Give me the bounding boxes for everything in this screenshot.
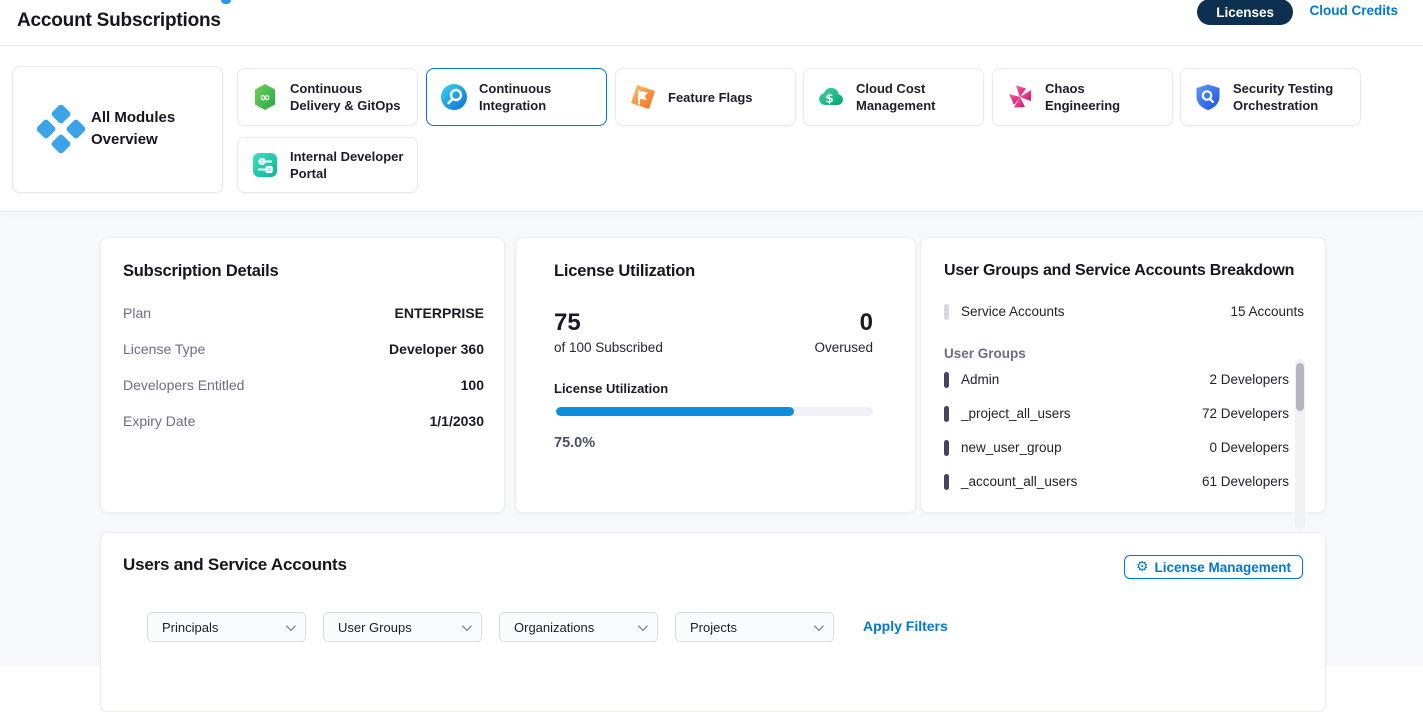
utilization-progress-track [556,407,873,416]
user-group-row: Admin 2 Developers [944,371,1289,388]
module-label: Security Testing Orchestration [1233,80,1350,114]
group-bullet [944,372,949,388]
cd-gitops-icon: ∞ [251,83,279,111]
subscribed-stat: 75 of 100 Subscribed [554,310,663,355]
subscription-details-card: Subscription Details Plan ENTERPRISE Lic… [100,237,505,513]
plan-row: Plan ENTERPRISE [123,304,484,322]
page-title: Account Subscriptions [17,10,221,32]
gear-icon: ⚙ [1136,560,1149,574]
service-accounts-bullet [944,304,949,320]
module-label: Feature Flags [668,89,753,106]
chevron-down-icon [638,621,648,631]
module-card-continuous-integration[interactable]: Continuous Integration [426,68,607,126]
group-bullet [944,474,949,490]
user-group-row: new_user_group 0 Developers [944,439,1289,456]
utilization-bar-label: License Utilization [554,381,668,396]
module-label: Cloud Cost Management [856,80,973,114]
clipped-info-icon [221,0,231,4]
overused-stat: 0 Overused [814,310,873,355]
developers-entitled-row: Developers Entitled 100 [123,376,484,394]
chevron-down-icon [814,621,824,631]
license-type-row: License Type Developer 360 [123,340,484,358]
module-card-cloud-cost[interactable]: $ Cloud Cost Management [803,68,984,126]
module-card-security-testing[interactable]: Security Testing Orchestration [1180,68,1361,126]
feature-flags-icon [629,83,657,111]
principals-filter-dropdown[interactable]: Principals [147,612,306,642]
group-bullet [944,440,949,456]
users-service-accounts-card: Users and Service Accounts ⚙ License Man… [100,532,1326,712]
chevron-down-icon [286,621,296,631]
module-label: Internal Developer Portal [290,148,407,182]
chaos-engineering-icon [1006,83,1034,111]
svg-text:∞: ∞ [260,91,271,106]
projects-filter-dropdown[interactable]: Projects [675,612,834,642]
groups-scrollbar-thumb[interactable] [1296,363,1304,411]
module-card-chaos-engineering[interactable]: Chaos Engineering [992,68,1173,126]
subscription-details-title: Subscription Details [123,262,279,281]
utilization-progress-fill [556,407,794,416]
organizations-filter-dropdown[interactable]: Organizations [499,612,658,642]
all-modules-label: All Modules Overview [91,107,175,151]
module-label: Continuous Integration [479,80,596,114]
user-group-row: _project_all_users 72 Developers [944,405,1289,422]
group-bullet [944,406,949,422]
breakdown-title: User Groups and Service Accounts Breakdo… [944,262,1294,280]
user-group-row: _account_all_users 61 Developers [944,473,1289,490]
license-utilization-card: License Utilization 75 of 100 Subscribed… [515,237,916,513]
modules-strip: All Modules Overview ∞ Continuous Delive… [0,46,1423,212]
chevron-down-icon [462,621,472,631]
user-groups-subheader: User Groups [944,346,1026,361]
all-modules-overview-card[interactable]: All Modules Overview [12,66,223,193]
users-section-title: Users and Service Accounts [123,555,347,575]
apply-filters-link[interactable]: Apply Filters [863,618,948,634]
svg-text:$: $ [825,92,833,106]
security-testing-icon [1194,83,1222,111]
license-utilization-title: License Utilization [554,262,695,281]
page-header: Account Subscriptions Licenses Cloud Cre… [0,0,1423,46]
module-label: Chaos Engineering [1045,80,1162,114]
cloud-cost-icon: $ [817,83,845,111]
module-card-cd-gitops[interactable]: ∞ Continuous Delivery & GitOps [237,68,418,126]
license-management-button[interactable]: ⚙ License Management [1124,555,1303,579]
breakdown-card: User Groups and Service Accounts Breakdo… [920,237,1326,513]
module-card-feature-flags[interactable]: Feature Flags [615,68,796,126]
user-groups-filter-dropdown[interactable]: User Groups [323,612,482,642]
internal-developer-portal-icon [251,151,279,179]
module-label: Continuous Delivery & GitOps [290,80,407,114]
cloud-credits-tab[interactable]: Cloud Credits [1309,3,1398,18]
all-modules-icon [37,105,85,153]
licenses-tab[interactable]: Licenses [1197,0,1293,25]
continuous-integration-icon [440,83,468,111]
service-accounts-row: Service Accounts 15 Accounts [944,303,1289,320]
utilization-percent: 75.0% [554,435,595,451]
groups-scrollbar-track[interactable] [1295,359,1305,529]
module-card-internal-developer-portal[interactable]: Internal Developer Portal [237,137,418,193]
expiry-date-row: Expiry Date 1/1/2030 [123,412,484,430]
